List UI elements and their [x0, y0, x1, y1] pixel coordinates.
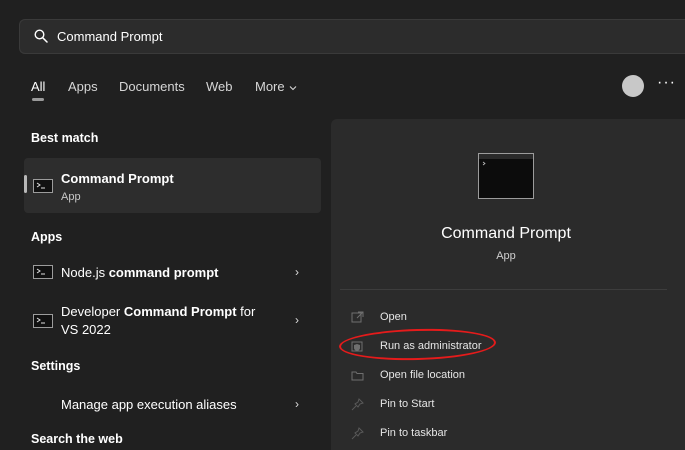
chevron-right-icon[interactable]: ›	[295, 313, 299, 327]
pin-icon	[350, 426, 364, 440]
tab-all[interactable]: All	[31, 79, 45, 94]
search-icon	[34, 29, 48, 43]
apps-heading: Apps	[31, 230, 63, 244]
more-options-icon[interactable]: ···	[657, 74, 676, 92]
command-prompt-icon	[33, 265, 53, 279]
open-external-icon	[350, 310, 364, 324]
action-pin-to-taskbar[interactable]: Pin to taskbar	[350, 423, 447, 443]
tab-apps[interactable]: Apps	[68, 79, 98, 94]
avatar[interactable]	[622, 75, 644, 97]
chevron-down-icon	[289, 85, 297, 90]
active-tab-indicator	[32, 98, 44, 101]
preview-title: Command Prompt	[441, 225, 571, 242]
action-label: Open file location	[380, 369, 465, 381]
chevron-right-icon[interactable]: ›	[295, 397, 299, 411]
list-item-nodejs-command-prompt[interactable]: Node.js command prompt	[24, 258, 321, 288]
pin-icon	[350, 397, 364, 411]
list-item-label-line2: VS 2022	[61, 322, 111, 337]
tab-web[interactable]: Web	[206, 79, 233, 94]
list-item-label: Node.js command prompt	[61, 265, 219, 280]
divider	[340, 289, 667, 290]
action-label: Pin to taskbar	[380, 427, 448, 439]
tab-more[interactable]: More	[255, 79, 297, 94]
best-match-title: Command Prompt	[61, 171, 174, 186]
action-label: Open	[380, 311, 407, 323]
list-item-label: Developer Command Prompt for	[61, 304, 256, 319]
preview-panel: Command Prompt App Open Run as administr…	[331, 119, 685, 450]
settings-heading: Settings	[31, 359, 81, 373]
action-open[interactable]: Open	[350, 307, 407, 327]
search-the-web-heading: Search the web	[31, 432, 123, 446]
action-open-file-location[interactable]: Open file location	[350, 365, 465, 385]
preview-subtitle: App	[496, 250, 516, 262]
search-input[interactable]: Command Prompt	[57, 29, 162, 44]
selection-accent	[24, 175, 27, 193]
chevron-right-icon[interactable]: ›	[295, 265, 299, 279]
list-item-label: Manage app execution aliases	[61, 397, 237, 412]
best-match-item[interactable]: Command Prompt App	[24, 158, 321, 213]
command-prompt-icon	[33, 179, 53, 193]
tab-more-label: More	[255, 79, 285, 94]
list-item-manage-app-execution-aliases[interactable]: Manage app execution aliases	[24, 390, 321, 418]
developer-command-prompt-icon	[33, 314, 53, 328]
list-item-developer-command-prompt[interactable]: Developer Command Prompt for VS 2022	[24, 300, 321, 342]
command-prompt-large-icon	[478, 153, 534, 199]
action-pin-to-start[interactable]: Pin to Start	[350, 394, 434, 414]
search-bar[interactable]: Command Prompt	[19, 19, 685, 54]
best-match-subtitle: App	[61, 191, 81, 203]
action-label: Pin to Start	[380, 398, 435, 410]
folder-icon	[350, 368, 364, 382]
best-match-heading: Best match	[31, 131, 99, 145]
tab-documents[interactable]: Documents	[119, 79, 185, 94]
